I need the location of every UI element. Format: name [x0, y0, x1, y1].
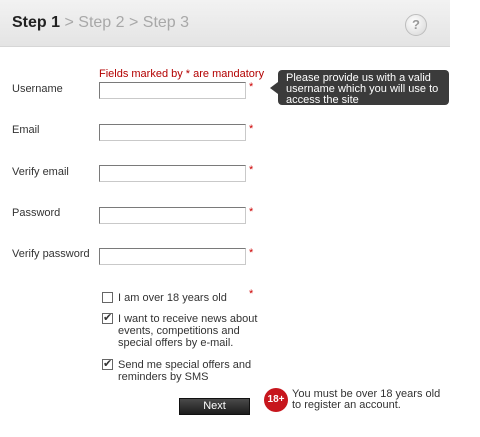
verify-email-label: Verify email [12, 166, 69, 178]
step-1: Step 1 [12, 14, 61, 31]
step-separator: > [128, 14, 139, 31]
sms-label: Send me special offers and reminders by … [118, 359, 252, 383]
required-marker: * [249, 81, 254, 93]
username-tooltip: Please provide us with a valid username … [278, 70, 449, 106]
mandatory-note: Fields marked by * are mandatory [99, 68, 265, 80]
age-notice: You must be over 18 years old to registe… [292, 388, 441, 411]
sms-checkbox[interactable]: ✔ [102, 359, 113, 370]
over-18-checkbox[interactable] [102, 292, 113, 303]
newsletter-checkbox[interactable]: ✔ [102, 313, 113, 324]
step-separator: > [64, 14, 74, 31]
required-marker: * [249, 164, 254, 176]
verify-password-label: Verify password [12, 248, 90, 260]
checkmark-icon: ✔ [103, 312, 113, 324]
step-3: Step 3 [142, 14, 190, 31]
email-input[interactable] [99, 124, 246, 141]
required-marker: * [249, 206, 254, 218]
tooltip-arrow [270, 82, 278, 94]
step-2: Step 2 [78, 14, 125, 31]
required-marker: * [249, 247, 254, 259]
verify-email-input[interactable] [99, 165, 246, 182]
username-input[interactable] [99, 82, 246, 99]
over-18-label: I am over 18 years old [118, 292, 227, 304]
email-label: Email [12, 124, 40, 136]
password-label: Password [12, 207, 61, 219]
username-label: Username [12, 83, 63, 95]
header-bar: Step 1 > Step 2 > Step 3 ? [0, 0, 450, 47]
step-breadcrumb: Step 1 > Step 2 > Step 3 [12, 14, 189, 32]
newsletter-label: I want to receive news about events, com… [118, 313, 258, 349]
next-button[interactable]: Next [179, 398, 250, 415]
required-marker: * [249, 288, 254, 300]
help-icon[interactable]: ? [405, 14, 427, 36]
required-marker: * [249, 123, 254, 135]
age-18-icon: 18+ [264, 388, 288, 412]
password-input[interactable] [99, 207, 246, 224]
checkmark-icon: ✔ [103, 358, 113, 370]
verify-password-input[interactable] [99, 248, 246, 265]
